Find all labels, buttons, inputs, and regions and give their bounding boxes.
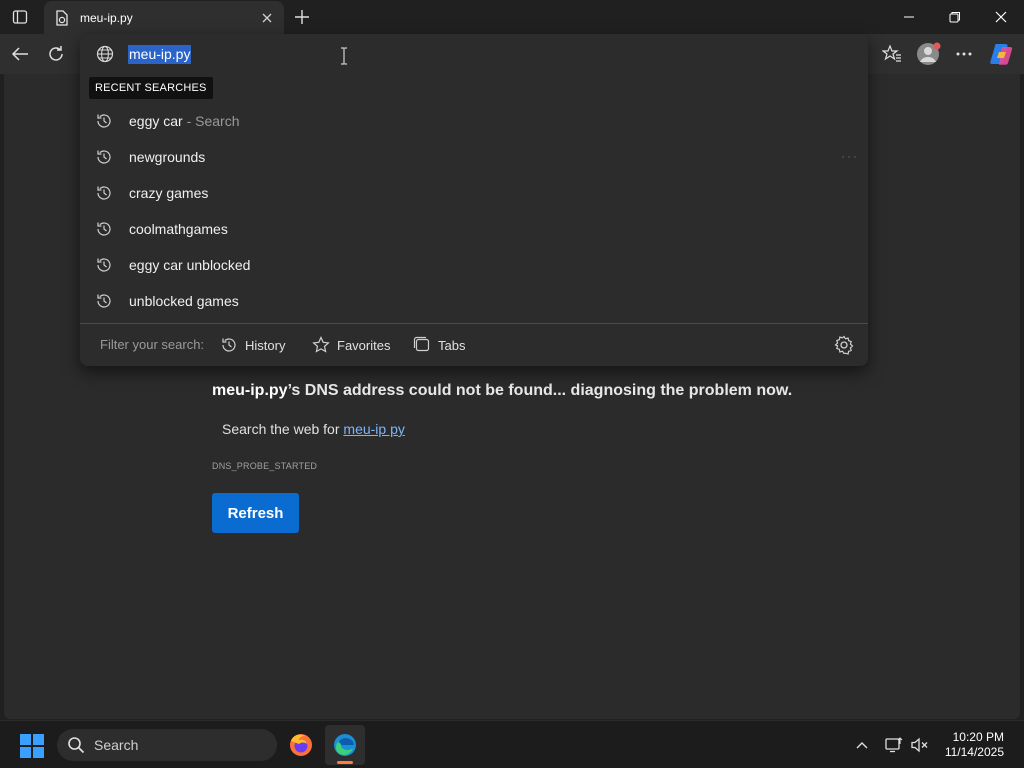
suggestion-item[interactable]: newgrounds — [80, 139, 868, 175]
history-icon — [222, 338, 236, 352]
profile-avatar[interactable] — [914, 40, 942, 68]
firefox-icon — [290, 734, 312, 756]
system-clock[interactable]: 10:20 PM 11/14/2025 — [945, 730, 1004, 760]
search-suggestion: Search the web for meu-ip py — [222, 421, 405, 437]
network-icon — [885, 737, 903, 753]
refresh-button[interactable]: Refresh — [212, 493, 299, 533]
tab-actions-icon[interactable] — [8, 5, 32, 29]
history-icon — [97, 222, 111, 236]
recent-searches-label: RECENT SEARCHES — [89, 77, 213, 99]
copilot-button[interactable] — [988, 40, 1016, 68]
history-icon — [97, 114, 111, 128]
history-icon — [97, 294, 111, 308]
dotted-indicator-icon — [842, 156, 856, 158]
suggestion-suffix: - Search — [182, 113, 240, 129]
filter-favorites-button[interactable]: Favorites — [312, 332, 390, 358]
clock-time: 10:20 PM — [952, 730, 1004, 744]
show-hidden-icons-button[interactable] — [851, 734, 873, 756]
browser-tab[interactable]: meu-ip.py — [44, 1, 284, 34]
suggestion-item[interactable]: coolmathgames — [80, 211, 868, 247]
history-icon — [97, 258, 111, 272]
filter-history-button[interactable]: History — [220, 332, 285, 358]
taskbar-search-box[interactable]: Search — [57, 729, 277, 761]
search-web-link[interactable]: meu-ip py — [343, 421, 404, 437]
search-prefix: Search the web for — [222, 421, 344, 437]
suggestion-text: unblocked games — [129, 293, 239, 309]
suggestion-text: eggy car — [129, 113, 183, 129]
text-cursor-icon — [341, 47, 347, 65]
speaker-muted-icon — [911, 737, 928, 753]
error-code: DNS_PROBE_STARTED — [212, 461, 318, 471]
page-error-icon — [54, 9, 70, 26]
globe-icon — [96, 45, 114, 63]
active-app-indicator — [337, 761, 353, 764]
suggestion-text: coolmathgames — [129, 221, 228, 237]
back-button[interactable] — [6, 40, 34, 68]
suggestion-item[interactable]: unblocked games — [80, 283, 868, 319]
history-icon — [97, 186, 111, 200]
avatar-icon — [917, 42, 941, 65]
close-window-button[interactable] — [978, 0, 1024, 34]
taskbar: Search 10:20 PM 11/14/2025 — [0, 720, 1024, 768]
suggestion-text: newgrounds — [129, 149, 206, 165]
windows-start-icon[interactable] — [20, 734, 44, 758]
address-bar-dropdown: meu-ip.py RECENT SEARCHES eggy car - Sea… — [80, 34, 868, 366]
suggestion-text: crazy games — [129, 185, 209, 201]
volume-tray-icon[interactable] — [909, 734, 931, 756]
filter-bar: Filter your search: History Favorites Ta… — [80, 324, 868, 366]
suggestion-item[interactable]: eggy car unblocked — [80, 247, 868, 283]
error-heading: meu-ip.py’s DNS address could not be fou… — [212, 382, 792, 400]
filter-history-label: History — [245, 337, 286, 353]
address-bar[interactable]: meu-ip.py — [80, 34, 868, 74]
filter-tabs-label: Tabs — [438, 337, 466, 353]
suggestion-item[interactable]: eggy car - Search — [80, 103, 868, 139]
edge-taskbar-button[interactable] — [325, 725, 365, 765]
copilot-icon — [990, 44, 1013, 65]
taskbar-search-label: Search — [94, 737, 139, 753]
suggestion-text: eggy car unblocked — [129, 257, 251, 273]
star-icon — [312, 336, 330, 353]
history-icon — [97, 150, 111, 164]
title-bar: meu-ip.py — [0, 0, 1024, 34]
favorites-star-icon — [882, 45, 901, 62]
more-menu-button[interactable] — [950, 40, 978, 68]
error-host: meu-ip.py — [212, 382, 288, 399]
filter-label: Filter your search: — [100, 337, 205, 352]
clock-date: 11/14/2025 — [944, 745, 1004, 759]
settings-gear-icon[interactable] — [834, 335, 854, 355]
address-input[interactable]: meu-ip.py — [128, 45, 192, 64]
plus-icon — [295, 10, 309, 24]
tabs-icon — [413, 336, 430, 352]
tab-title: meu-ip.py — [80, 10, 133, 25]
network-tray-icon[interactable] — [883, 734, 905, 756]
chevron-up-icon — [856, 742, 868, 749]
minimize-button[interactable] — [886, 0, 932, 34]
tab-close-icon[interactable] — [258, 9, 276, 27]
favorites-button[interactable] — [878, 40, 906, 68]
back-arrow-icon — [11, 47, 28, 61]
error-message: ’s DNS address could not be found... dia… — [287, 382, 793, 399]
filter-tabs-button[interactable]: Tabs — [413, 332, 465, 358]
edge-icon — [334, 734, 356, 756]
firefox-taskbar-button[interactable] — [281, 725, 321, 765]
restore-button[interactable] — [932, 0, 978, 34]
ellipsis-icon — [956, 52, 972, 56]
reload-button[interactable] — [42, 40, 70, 68]
search-icon — [68, 737, 85, 754]
reload-icon — [49, 46, 63, 61]
suggestion-item[interactable]: crazy games — [80, 175, 868, 211]
new-tab-button[interactable] — [290, 5, 314, 29]
filter-favorites-label: Favorites — [337, 337, 391, 353]
